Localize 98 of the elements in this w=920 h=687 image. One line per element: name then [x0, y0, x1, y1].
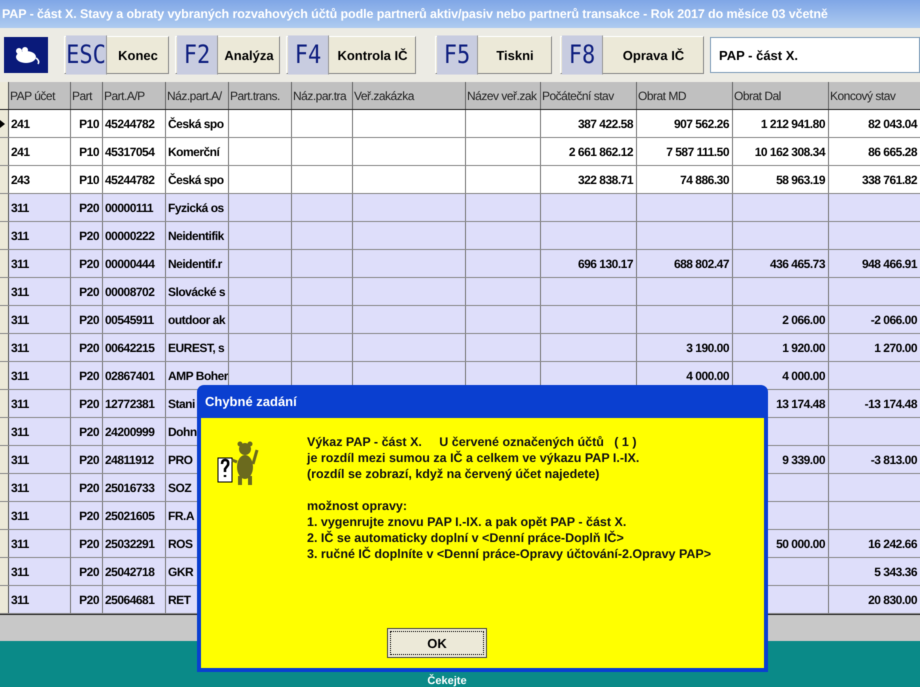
table-cell: 1 212 941.80: [733, 110, 829, 137]
table-cell: Neidentif.r: [166, 250, 229, 277]
table-cell: 74 886.30: [637, 166, 733, 193]
table-cell: P20: [71, 530, 103, 557]
table-cell: P20: [71, 306, 103, 333]
table-cell: 25064681: [103, 586, 166, 613]
table-cell: P20: [71, 390, 103, 417]
table-cell: EUREST, s: [166, 334, 229, 361]
table-cell: 387 422.58: [541, 110, 637, 137]
table-cell: P20: [71, 362, 103, 389]
table-cell: 45244782: [103, 110, 166, 137]
table-cell: 45317054: [103, 138, 166, 165]
table-cell: P10: [71, 166, 103, 193]
table-cell: 82 043.04: [829, 110, 920, 137]
table-cell: 00000111: [103, 194, 166, 221]
table-cell: 2 661 862.12: [541, 138, 637, 165]
table-cell: Neidentifik: [166, 222, 229, 249]
table-cell: 338 761.82: [829, 166, 920, 193]
table-cell: -13 174.48: [829, 390, 920, 417]
table-cell: 24811912: [103, 446, 166, 473]
table-cell: 241: [9, 110, 71, 137]
table-cell: Komerční: [166, 138, 229, 165]
table-cell: P20: [71, 558, 103, 585]
message-line: je rozdíl mezi sumou za IČ a celkem ve výkazu PAP I.-IX.: [307, 450, 640, 466]
table-cell: 311: [9, 558, 71, 585]
table-cell: 696 130.17: [541, 250, 637, 277]
table-cell: 86 665.28: [829, 138, 920, 165]
table-cell: 25021605: [103, 502, 166, 529]
table-cell: Česká spo: [166, 166, 229, 193]
table-cell: 00000444: [103, 250, 166, 277]
table-cell: 311: [9, 530, 71, 557]
table-cell: 311: [9, 502, 71, 529]
message-line: (rozdíl se zobrazí, když na červený účet najedete): [307, 466, 600, 482]
table-cell: 311: [9, 278, 71, 305]
table-cell: 948 466.91: [829, 250, 920, 277]
table-cell: 7 587 111.50: [637, 138, 733, 165]
table-cell: 688 802.47: [637, 250, 733, 277]
message-line: Výkaz PAP - část X. U červené označených účtů ( 1 ): [307, 434, 638, 450]
table-cell: 311: [9, 586, 71, 613]
table-cell: 241: [9, 138, 71, 165]
table-cell: -2 066.00: [829, 306, 920, 333]
table-cell: Fyzická os: [166, 194, 229, 221]
table-cell: 311: [9, 250, 71, 277]
table-cell: P20: [71, 474, 103, 501]
table-cell: P20: [71, 250, 103, 277]
table-cell: 436 465.73: [733, 250, 829, 277]
table-cell: P20: [71, 586, 103, 613]
table-cell: 311: [9, 474, 71, 501]
table-cell: 20 830.00: [829, 586, 920, 613]
table-cell: 24200999: [103, 418, 166, 445]
message-line: 1. vygenrujte znovu PAP I.-IX. a pak opět PAP - část X.: [307, 514, 628, 530]
table-cell: P10: [71, 110, 103, 137]
table-cell: 12772381: [103, 390, 166, 417]
table-cell: 311: [9, 222, 71, 249]
table-cell: 25032291: [103, 530, 166, 557]
table-cell: Slovácké s: [166, 278, 229, 305]
table-cell: 322 838.71: [541, 166, 637, 193]
table-cell: Česká spo: [166, 110, 229, 137]
table-cell: 00642215: [103, 334, 166, 361]
table-cell: 25042718: [103, 558, 166, 585]
table-cell: 907 562.26: [637, 110, 733, 137]
table-cell: 10 162 308.34: [733, 138, 829, 165]
table-cell: 1 920.00: [733, 334, 829, 361]
table-cell: 311: [9, 306, 71, 333]
table-cell: P20: [71, 446, 103, 473]
table-cell: P20: [71, 418, 103, 445]
window-title: PAP - část X. Stavy a obraty vybraných rozvahových účtů podle partnerů aktiv/pasiv nebo partnerů transakce - Rok 2017 do měsíce 03 včetně: [2, 7, 828, 21]
table-cell: 311: [9, 390, 71, 417]
table-cell: 311: [9, 446, 71, 473]
table-cell: 311: [9, 418, 71, 445]
table-cell: P10: [71, 138, 103, 165]
table-cell: 2 066.00: [733, 306, 829, 333]
table-cell: 16 242.66: [829, 530, 920, 557]
table-cell: 00008702: [103, 278, 166, 305]
table-cell: -3 813.00: [829, 446, 920, 473]
table-cell: 1 270.00: [829, 334, 920, 361]
table-cell: 3 190.00: [637, 334, 733, 361]
table-cell: 311: [9, 194, 71, 221]
table-cell: P20: [71, 222, 103, 249]
table-cell: 00000222: [103, 222, 166, 249]
table-cell: 25016733: [103, 474, 166, 501]
table-cell: outdoor ak: [166, 306, 229, 333]
message-line: možnost opravy:: [307, 498, 408, 514]
message-line: 3. ručné IČ doplníte v <Denní práce-Opravy účtování-2.Opravy PAP>: [307, 546, 712, 562]
table-cell: P20: [71, 278, 103, 305]
table-cell: 311: [9, 334, 71, 361]
table-cell: P20: [71, 502, 103, 529]
table-cell: 243: [9, 166, 71, 193]
table-cell: P20: [71, 334, 103, 361]
table-cell: 311: [9, 362, 71, 389]
message-line: 2. IČ se automaticky doplní v <Denní práce-Doplň IČ>: [307, 530, 625, 546]
table-cell: 45244782: [103, 166, 166, 193]
table-cell: 02867401: [103, 362, 166, 389]
table-cell: P20: [71, 194, 103, 221]
table-cell: 5 343.36: [829, 558, 920, 585]
table-cell: 58 963.19: [733, 166, 829, 193]
table-cell: 00545911: [103, 306, 166, 333]
status-text: Čekejte: [427, 675, 467, 687]
